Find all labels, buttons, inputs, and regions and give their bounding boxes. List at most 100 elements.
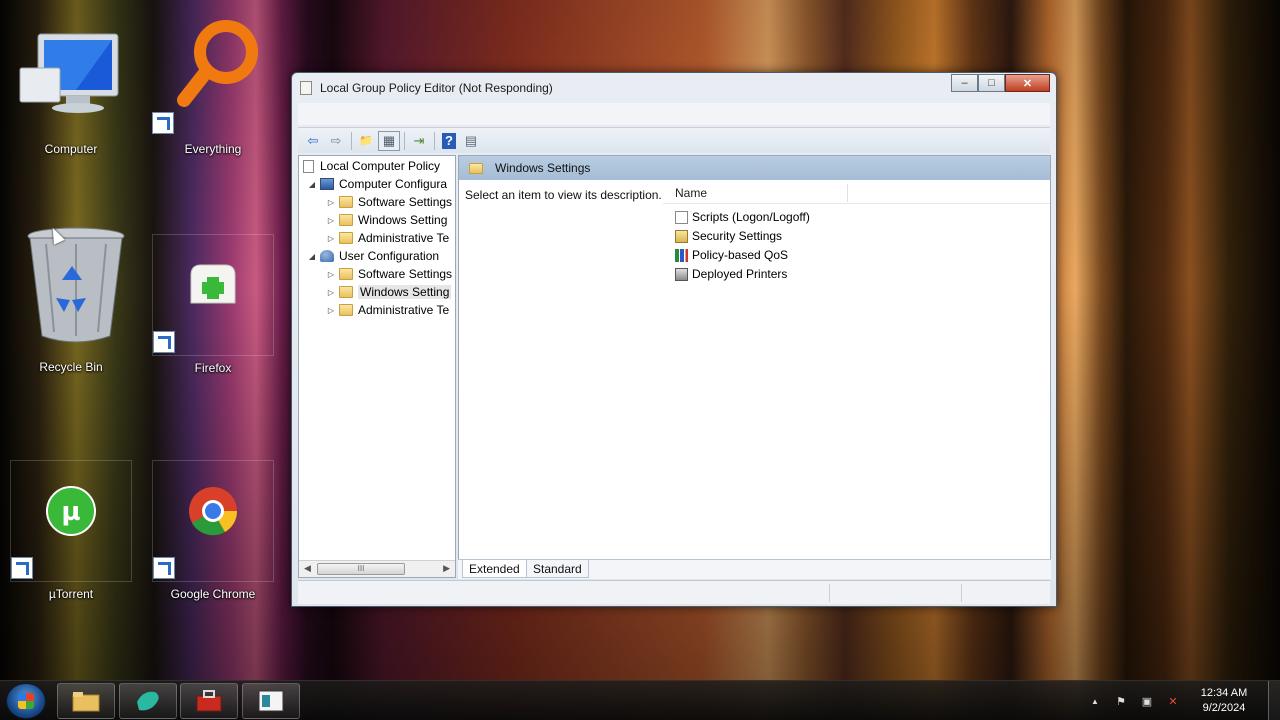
clock-time: 12:34 AM xyxy=(1200,687,1248,699)
tree-item-label: Software Settings xyxy=(358,195,453,209)
folder-explorer-icon xyxy=(72,692,100,712)
tree-root[interactable]: Local Computer Policy xyxy=(303,157,455,175)
collapsed-arrow-icon[interactable]: ▷ xyxy=(326,216,336,225)
folder-icon xyxy=(339,232,353,244)
collapsed-arrow-icon[interactable]: ▷ xyxy=(326,288,336,297)
collapsed-arrow-icon[interactable]: ▷ xyxy=(326,234,336,243)
list-item-scripts[interactable]: Scripts (Logon/Logoff) xyxy=(675,208,810,226)
tree-item-user-configuration[interactable]: ◢ User Configuration xyxy=(307,247,455,265)
app-icon xyxy=(300,81,312,95)
show-desktop-button[interactable] xyxy=(1268,681,1280,720)
export-list-icon[interactable]: ⇥ xyxy=(408,131,430,151)
utorrent-icon: µ xyxy=(11,461,131,561)
details-pane: Windows Settings Select an item to view … xyxy=(458,155,1051,578)
volume-muted-icon[interactable]: ✕ xyxy=(1165,693,1181,709)
scroll-right-icon[interactable]: ▶ xyxy=(443,563,450,574)
desktop-icon-everything[interactable]: Everything xyxy=(152,16,274,156)
properties-icon[interactable]: ▤ xyxy=(460,131,482,151)
qos-chart-icon xyxy=(675,248,688,262)
folder-icon xyxy=(339,196,353,208)
tree-item-label: Computer Configura xyxy=(339,177,448,191)
view-tabs: Extended Standard xyxy=(458,559,1051,579)
shortcut-arrow-icon xyxy=(153,557,175,579)
list-item-deployed-printers[interactable]: Deployed Printers xyxy=(675,265,787,283)
folder-icon xyxy=(339,304,353,316)
tree-item-software-settings[interactable]: ▷ Software Settings xyxy=(326,193,455,211)
tree-item-windows-settings-selected[interactable]: ▷ Windows Setting xyxy=(326,283,455,301)
start-button[interactable] xyxy=(6,683,46,719)
taskbar-app-bird[interactable] xyxy=(119,683,177,719)
folder-icon xyxy=(339,286,353,298)
desktop-icon-label: Everything xyxy=(184,142,242,156)
shortcut-arrow-icon xyxy=(11,557,33,579)
folder-icon xyxy=(469,162,483,174)
show-hide-tree-icon[interactable]: ▦ xyxy=(378,130,400,151)
magnifier-icon xyxy=(152,16,274,116)
computer-config-icon xyxy=(320,178,334,190)
collapsed-arrow-icon[interactable]: ▷ xyxy=(326,270,336,279)
action-center-flag-icon[interactable]: ⚑ xyxy=(1113,693,1129,709)
minimize-button[interactable]: – xyxy=(951,74,978,92)
scroll-left-icon[interactable]: ◀ xyxy=(304,563,311,574)
recycle-bin-icon xyxy=(10,227,132,343)
title-bar[interactable]: Local Group Policy Editor (Not Respondin… xyxy=(292,73,1056,103)
forward-arrow-icon[interactable]: ⇨ xyxy=(325,131,347,151)
tab-extended[interactable]: Extended xyxy=(462,560,527,578)
column-divider[interactable] xyxy=(847,184,848,202)
network-icon[interactable]: ▣ xyxy=(1139,693,1155,709)
taskbar-toolbox[interactable] xyxy=(180,683,238,719)
desktop-icon-label: Recycle Bin xyxy=(39,360,103,374)
tree-item-windows-settings[interactable]: ▷ Windows Setting xyxy=(326,211,455,229)
collapsed-arrow-icon[interactable]: ▷ xyxy=(326,198,336,207)
maximize-button[interactable]: □ xyxy=(978,74,1005,92)
back-arrow-icon[interactable]: ⇦ xyxy=(302,131,324,151)
desktop-icon-recycle-bin[interactable]: Recycle Bin xyxy=(10,227,132,374)
taskbar-group-policy[interactable] xyxy=(242,683,300,719)
tab-standard[interactable]: Standard xyxy=(526,560,589,578)
tree-item-label: User Configuration xyxy=(339,249,440,263)
expanded-arrow-icon[interactable]: ◢ xyxy=(307,252,317,261)
list-item-security-settings[interactable]: Security Settings xyxy=(675,227,782,245)
printer-icon xyxy=(675,267,688,281)
toolbar-separator xyxy=(404,131,405,150)
desktop-icon-google-chrome[interactable]: Google Chrome xyxy=(152,460,274,601)
list-item-label: Policy-based QoS xyxy=(692,248,789,262)
desktop-icon-firefox[interactable]: Firefox xyxy=(152,234,274,375)
column-header-name[interactable]: Name xyxy=(675,186,707,200)
details-header-title: Windows Settings xyxy=(495,161,591,175)
help-icon[interactable]: ? xyxy=(442,132,456,149)
tree-item-label: Windows Setting xyxy=(358,213,448,227)
tree-item-administrative-templates[interactable]: ▷ Administrative Te xyxy=(326,229,455,247)
desktop-icon-utorrent[interactable]: µ µTorrent xyxy=(10,460,132,601)
collapsed-arrow-icon[interactable]: ▷ xyxy=(326,306,336,315)
list-item-label: Security Settings xyxy=(692,229,783,243)
bird-app-icon xyxy=(137,691,159,711)
menu-bar xyxy=(298,103,1050,125)
horizontal-scrollbar[interactable]: ◀ III ▶ xyxy=(299,560,455,577)
status-divider xyxy=(961,584,962,602)
show-hidden-icons-icon[interactable]: ▲ xyxy=(1087,693,1103,709)
list-item-label: Deployed Printers xyxy=(692,267,788,281)
tree-pane[interactable]: Local Computer Policy ◢ Computer Configu… xyxy=(298,155,456,578)
firefox-app-icon xyxy=(153,235,273,335)
scroll-thumb[interactable]: III xyxy=(317,563,405,575)
toolbar-separator xyxy=(434,131,435,150)
taskbar-explorer[interactable] xyxy=(57,683,115,719)
policy-window-icon xyxy=(258,690,284,712)
close-button[interactable]: ✕ xyxy=(1005,74,1050,92)
window-title: Local Group Policy Editor (Not Respondin… xyxy=(320,81,553,95)
list-item-policy-qos[interactable]: Policy-based QoS xyxy=(675,246,788,264)
chrome-icon xyxy=(153,461,273,561)
tree-item-label: Windows Setting xyxy=(358,285,452,299)
tree-root-label: Local Computer Policy xyxy=(320,159,441,173)
expanded-arrow-icon[interactable]: ◢ xyxy=(307,180,317,189)
clock[interactable]: 12:34 AM 9/2/2024 xyxy=(1192,686,1256,716)
desktop-icon-computer[interactable]: Computer xyxy=(10,16,132,156)
up-folder-icon[interactable]: 📁 xyxy=(355,131,377,151)
folder-icon xyxy=(339,268,353,280)
tree-item-administrative-templates[interactable]: ▷ Administrative Te xyxy=(326,301,455,319)
tree-item-software-settings[interactable]: ▷ Software Settings xyxy=(326,265,455,283)
tree-item-label: Administrative Te xyxy=(358,231,450,245)
tree-item-computer-configuration[interactable]: ◢ Computer Configura xyxy=(307,175,455,193)
group-policy-editor-window[interactable]: Local Group Policy Editor (Not Respondin… xyxy=(291,72,1057,607)
